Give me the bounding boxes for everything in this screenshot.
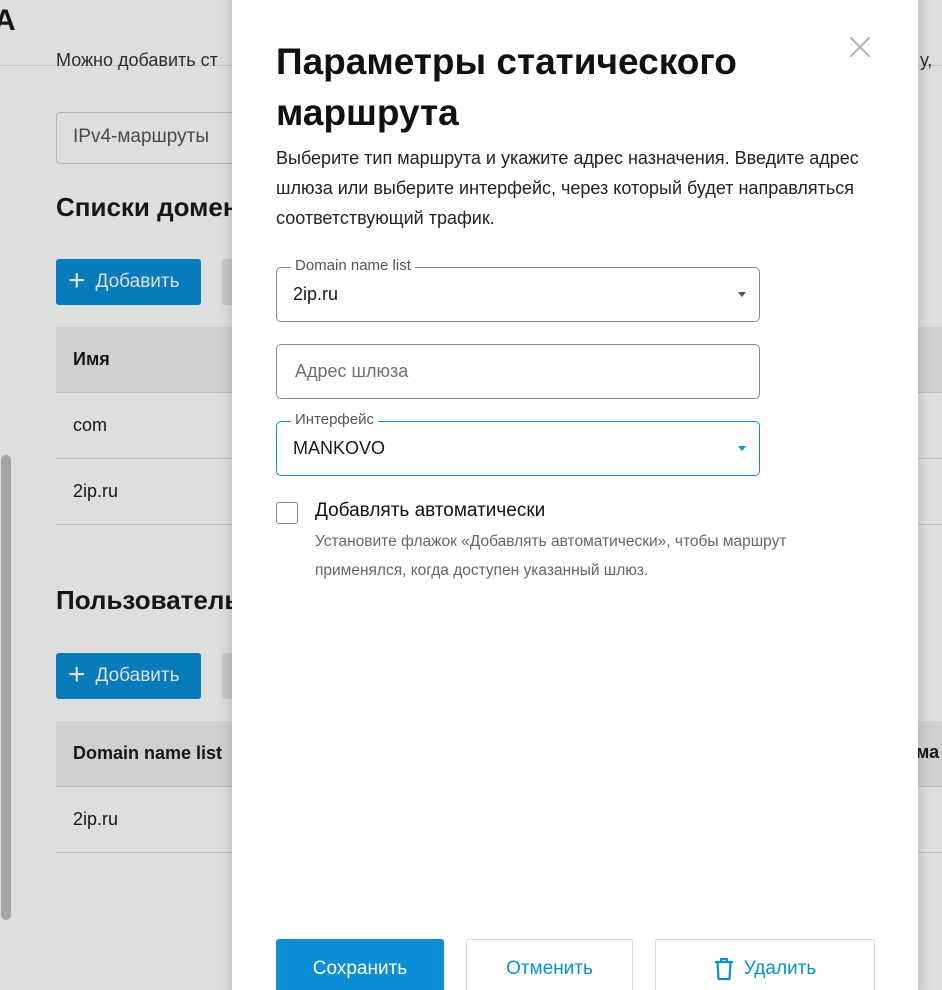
static-route-modal: Параметры статического маршрута Выберите… xyxy=(232,0,918,990)
delete-label: Удалить xyxy=(743,958,817,979)
interface-select[interactable]: Интерфейс MANKOVO xyxy=(276,411,760,476)
close-button[interactable] xyxy=(845,32,875,62)
interface-value: MANKOVO xyxy=(293,438,386,458)
cancel-button[interactable]: Отменить xyxy=(466,939,633,990)
close-icon xyxy=(850,37,870,57)
domain-list-select[interactable]: Domain name list 2ip.ru xyxy=(276,257,760,322)
auto-add-hint: Установите флажок «Добавлять автоматичес… xyxy=(315,533,787,579)
modal-description: Выберите тип маршрута и укажите адрес на… xyxy=(276,148,859,228)
auto-add-checkbox[interactable] xyxy=(276,502,298,524)
trash-icon xyxy=(714,957,733,981)
save-button[interactable]: Сохранить xyxy=(276,939,444,990)
auto-add-label[interactable]: Добавлять автоматически xyxy=(315,500,545,522)
gateway-input[interactable] xyxy=(277,345,759,398)
modal-title: Параметры статического маршрута xyxy=(276,41,737,133)
domain-list-value: 2ip.ru xyxy=(293,284,339,304)
chevron-down-icon xyxy=(738,292,746,297)
delete-button[interactable]: Удалить xyxy=(655,939,875,990)
gateway-field[interactable] xyxy=(276,344,760,399)
interface-label: Интерфейс xyxy=(291,411,379,428)
chevron-down-icon xyxy=(738,446,746,451)
domain-list-label: Domain name list xyxy=(291,257,415,274)
